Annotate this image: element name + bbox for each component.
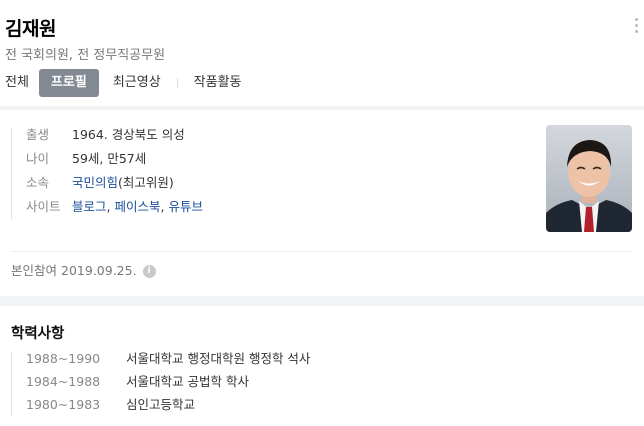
info-row-age: 나이 59세, 만57세 — [26, 149, 146, 169]
info-row-party: 소속 국민의힘(최고위원) — [26, 173, 174, 193]
tab-works[interactable]: 작품활동 — [188, 69, 248, 97]
verify-date: 2019.09.25. — [61, 263, 137, 278]
info-value-age: 59세, 만57세 — [72, 151, 147, 166]
party-link[interactable]: 국민의힘 — [72, 175, 118, 190]
profile-header: 김재원 전 국회의원, 전 정무직공무원 전체 프로필 최근영상 작품활동 — [0, 0, 644, 106]
info-key-party: 소속 — [26, 175, 50, 190]
youtube-link[interactable]: 유튜브 — [168, 199, 203, 214]
person-name: 김재원 — [5, 18, 56, 40]
education-item: 1984~1988 서울대학교 공법학 학사 — [26, 372, 249, 392]
info-value-birth: 1964. 경상북도 의성 — [72, 127, 185, 142]
tab-all[interactable]: 전체 — [0, 69, 35, 97]
education-item: 1980~1983 심인고등학교 — [26, 395, 195, 415]
profile-card: 출생 1964. 경상북도 의성 나이 59세, 만57세 소속 국민의힘(최고위원)… — [0, 110, 644, 296]
verify-label: 본인참여 — [11, 263, 58, 278]
tab-separator — [176, 78, 178, 88]
education-item: 1988~1990 서울대학교 행정대학원 행정학 석사 — [26, 349, 310, 369]
portrait-image — [546, 125, 632, 232]
info-row-birth: 출생 1964. 경상북도 의성 — [26, 125, 185, 145]
verification-info: 본인참여 2019.09.25. i — [11, 262, 156, 280]
education-left-rule — [11, 352, 12, 416]
education-section: 학력사항 1988~1990 서울대학교 행정대학원 행정학 석사 1984~19… — [0, 306, 644, 426]
section-gap — [0, 296, 644, 306]
profile-divider — [11, 251, 633, 252]
info-row-sites: 사이트 블로그, 페이스북, 유튜브 — [26, 197, 203, 217]
education-desc: 서울대학교 공법학 학사 — [126, 374, 249, 389]
tab-recent-videos[interactable]: 최근영상 — [107, 69, 167, 97]
education-period: 1984~1988 — [26, 374, 101, 389]
party-role: (최고위원) — [118, 175, 174, 190]
blog-link[interactable]: 블로그 — [72, 199, 107, 214]
education-period: 1980~1983 — [26, 397, 101, 412]
education-desc: 서울대학교 행정대학원 행정학 석사 — [126, 351, 311, 366]
facebook-link[interactable]: 페이스북 — [114, 199, 160, 214]
education-period: 1988~1990 — [26, 351, 101, 366]
profile-photo[interactable] — [546, 125, 632, 232]
info-key-birth: 출생 — [26, 127, 50, 142]
education-title: 학력사항 — [11, 326, 65, 342]
person-subtitle: 전 국회의원, 전 정무직공무원 — [5, 48, 166, 63]
more-options-icon[interactable] — [635, 18, 639, 36]
tab-profile[interactable]: 프로필 — [38, 69, 99, 97]
info-left-rule — [11, 128, 12, 220]
info-key-age: 나이 — [26, 151, 50, 166]
info-key-sites: 사이트 — [26, 199, 61, 214]
education-desc: 심인고등학교 — [126, 397, 196, 412]
info-icon[interactable]: i — [142, 264, 156, 278]
tab-bar: 전체 프로필 최근영상 작품활동 — [0, 69, 248, 97]
